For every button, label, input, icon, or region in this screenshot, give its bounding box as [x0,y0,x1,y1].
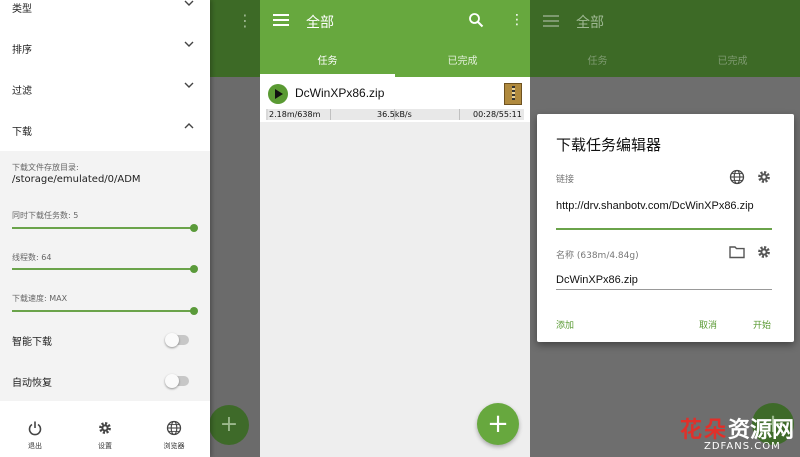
tab-tasks: 任务 [587,56,608,67]
globe-icon [166,420,182,436]
browser-label: 浏览器 [163,442,185,450]
chevron-down-icon [184,0,194,6]
download-editor-dialog: 下载任务编辑器 链接 http://drv.shanbotv.com/DcWin… [537,114,794,342]
chevron-down-icon [184,82,194,88]
auto-resume-label: 自动恢复 [12,378,52,389]
gear-icon[interactable] [756,169,772,185]
smart-download-label: 智能下载 [12,337,52,348]
name-input[interactable]: DcWinXPx86.zip [556,273,772,287]
download-settings: 下载文件存放目录: /storage/emulated/0/ADM 同时下载任务… [0,151,210,401]
task-list-screen: 全部 ⋮ 任务 已完成 DcWinXPx86.zip 2.18m/638m 36… [260,0,530,457]
concurrent-tasks-label: 同时下载任务数: 5 [12,211,79,220]
progress-divider [330,109,331,120]
bottom-navigation: 退出 设置 浏览器 [0,401,210,457]
threads-slider[interactable] [12,265,198,273]
editor-screen: 全部 任务 已完成 下载任务编辑器 链接 http://drv.shanbotv… [530,0,800,457]
task-size: 2.18m/638m [269,110,321,119]
watermark-text: 资源网 [728,418,795,443]
task-speed: 36.5kB/s [377,110,412,119]
add-download-button[interactable]: + [477,403,519,445]
name-underline [556,289,772,290]
name-label: 名称 (638m/4.84g) [556,251,639,261]
dimmed-toolbar: 全部 任务 已完成 [530,0,800,77]
watermark-char2: 朵 [704,418,727,443]
section-type[interactable]: 类型 [0,0,210,29]
progress-fill [266,109,268,120]
exit-label: 退出 [28,442,42,450]
toggle-knob [165,374,179,388]
add-button[interactable]: 添加 [556,318,574,331]
tab-completed: 已完成 [717,56,748,67]
dimmed-add-button: + [209,405,249,445]
exit-button[interactable]: 退出 [10,419,60,457]
section-sort-label: 排序 [12,45,32,56]
chevron-down-icon [184,41,194,47]
power-icon [28,421,42,436]
link-input[interactable]: http://drv.shanbotv.com/DcWinXPx86.zip [556,199,772,213]
progress-divider [459,109,460,120]
watermark-char1: 花 [680,418,703,443]
section-download[interactable]: 下载 [0,111,210,152]
slider-knob[interactable] [190,265,198,273]
dialog-title: 下载任务编辑器 [556,136,662,154]
section-filter[interactable]: 过滤 [0,70,210,111]
slider-knob[interactable] [190,307,198,315]
download-task-row[interactable]: DcWinXPx86.zip 2.18m/638m 36.5kB/s 00:28… [260,77,530,122]
menu-icon[interactable] [273,13,289,27]
tab-tasks[interactable]: 任务 [260,52,395,67]
globe-icon[interactable] [729,169,745,185]
settings-button[interactable]: 设置 [80,419,130,457]
tab-completed[interactable]: 已完成 [395,52,530,67]
section-filter-label: 过滤 [12,86,32,97]
browser-button[interactable]: 浏览器 [149,419,199,457]
task-progress-bar: 2.18m/638m 36.5kB/s 00:28/55:11 [266,109,524,120]
play-icon[interactable] [268,84,288,104]
link-label: 链接 [556,175,575,185]
more-vert-icon: ⋮ [237,11,253,30]
more-vert-icon[interactable]: ⋮ [510,13,524,27]
settings-drawer: 类型 排序 过滤 下载 下载文件存放目录: /storage/emulated/… [0,0,210,457]
section-type-label: 类型 [12,4,32,15]
auto-resume-toggle[interactable] [165,374,189,388]
cancel-button[interactable]: 取消 [699,318,717,331]
smart-download-toggle[interactable] [165,333,189,347]
start-button[interactable]: 开始 [753,318,771,331]
concurrent-tasks-slider[interactable] [12,224,198,232]
page-title: 全部 [306,15,334,31]
watermark-url: ZDFANS.COM [704,441,781,452]
section-download-label: 下载 [12,127,32,138]
search-icon[interactable] [468,12,484,28]
task-filename: DcWinXPx86.zip [295,86,385,100]
folder-icon[interactable] [729,245,745,259]
threads-label: 线程数: 64 [12,253,52,262]
speed-label: 下载速度: MAX [12,294,68,303]
link-underline [556,228,772,230]
settings-label: 设置 [98,442,112,450]
gear-icon[interactable] [756,244,772,260]
gear-icon [99,422,111,434]
toolbar: 全部 ⋮ 任务 已完成 [260,0,530,77]
download-dir-label: 下载文件存放目录: [12,163,79,172]
settings-screen: ⋮ + 类型 排序 过滤 下载 下载文件存放目录: /storage/emula… [0,0,260,457]
zip-file-icon [504,83,522,105]
slider-knob[interactable] [190,224,198,232]
watermark: 花 朵 资源网 ZDFANS.COM [674,412,800,457]
chevron-up-icon [184,123,194,129]
task-time: 00:28/55:11 [473,110,522,119]
page-title: 全部 [576,15,604,31]
speed-slider[interactable] [12,307,198,315]
download-dir-value[interactable]: /storage/emulated/0/ADM [12,174,141,185]
screenshot-root: ⋮ + 类型 排序 过滤 下载 下载文件存放目录: /storage/emula… [0,0,800,457]
menu-icon [543,15,559,27]
toggle-knob [165,333,179,347]
section-sort[interactable]: 排序 [0,29,210,70]
